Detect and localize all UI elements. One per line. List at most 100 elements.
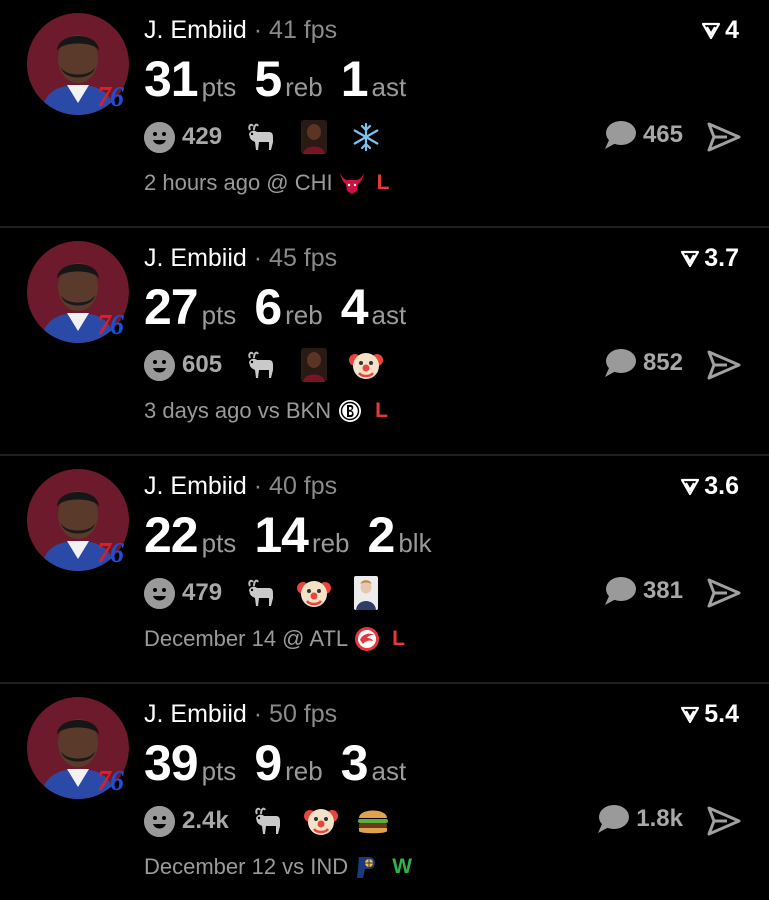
stat-line: 31 pts 5 reb 1 ast [144,50,424,108]
stat-value: 22 [144,507,199,563]
player-name[interactable]: J. Embiid [144,472,247,500]
team-badge: 76 [97,766,124,797]
rating[interactable]: 4 [701,16,739,45]
game-result: L [392,627,405,650]
comments-button[interactable]: 465 [603,120,683,150]
stat-rebounds: 5 reb [254,50,322,108]
player-name[interactable]: J. Embiid [144,244,247,272]
stat-rebounds: 14 reb [254,506,349,564]
comment-icon [604,121,636,149]
clown-icon[interactable] [348,347,384,383]
game-info[interactable]: December 14 @ ATL [144,626,348,652]
goat-icon[interactable] [251,803,287,839]
stat-assists: 4 ast [341,278,407,336]
rating-icon [681,250,700,267]
stat-assists: 1 ast [341,50,407,108]
player-photo-icon[interactable] [296,119,332,155]
comments-button[interactable]: 381 [603,576,683,606]
rating[interactable]: 3.7 [680,244,739,273]
smiley-icon[interactable] [144,805,175,837]
rating-value: 3.6 [704,472,739,500]
send-icon[interactable] [707,349,741,381]
rating-value: 3.7 [704,244,739,272]
reaction-count[interactable]: 479 [182,579,222,607]
player-name[interactable]: J. Embiid [144,700,247,728]
send-icon[interactable] [707,805,741,837]
snowflake-icon[interactable] [348,119,384,155]
send-icon[interactable] [707,121,741,153]
post-card[interactable]: 76 J. Embiid · 41 fps 4 31 pts 5 reb 1 ast … [0,0,769,228]
game-info[interactable]: 2 hours ago @ CHI [144,170,333,196]
stat-value: 5 [254,51,282,107]
comment-icon [604,577,636,605]
stat-unit: pts [201,528,237,558]
reaction-count[interactable]: 605 [182,351,222,379]
stat-value: 9 [254,735,282,791]
rating-icon [681,706,700,723]
game-info[interactable]: 3 days ago vs BKN [144,398,331,424]
game-meta: December 14 @ ATL L [144,626,405,652]
comments-button[interactable]: 852 [603,348,683,378]
game-meta: 2 hours ago @ CHI L [144,170,389,196]
smiley-icon[interactable] [144,577,175,609]
goat-icon[interactable] [244,575,280,611]
stat-points: 22 pts [144,506,236,564]
stat-unit: reb [285,300,323,330]
game-meta: December 12 vs IND W [144,854,412,880]
stat-value: 4 [340,279,369,335]
post-card[interactable]: 76 J. Embiid · 50 fps 5.4 39 pts 9 reb 3 as… [0,684,769,900]
stat-unit: pts [201,756,237,786]
post-card[interactable]: 76 J. Embiid · 40 fps 3.6 22 pts 14 reb 2b… [0,456,769,684]
stat-line: 39 pts 9 reb 3 ast [144,734,424,792]
comments-button[interactable]: 1.8k [596,804,683,834]
stat-unit: blk [398,528,432,558]
reactions-row: 605 [144,345,400,385]
comment-icon [598,805,630,833]
reaction-count[interactable]: 2.4k [182,807,229,835]
rating[interactable]: 3.6 [680,472,739,501]
clown-icon[interactable] [303,803,339,839]
smiley-icon[interactable] [144,121,175,153]
comment-count: 465 [642,121,683,148]
stat-unit: ast [371,756,407,786]
stat-value: 1 [340,51,369,107]
game-result: L [375,399,388,422]
player-photo-icon[interactable] [296,347,332,383]
stat-points: 39 pts [144,734,236,792]
game-info[interactable]: December 12 vs IND [144,854,348,880]
team-badge: 76 [97,310,124,341]
goat-icon[interactable] [244,347,280,383]
stat-value: 2 [367,507,396,563]
separator: · [253,472,263,500]
post-header: J. Embiid · 40 fps [144,472,337,501]
player-name[interactable]: J. Embiid [144,16,247,44]
rating-value: 4 [725,16,739,44]
burger-icon[interactable] [355,803,391,839]
clown-icon[interactable] [296,575,332,611]
separator: · [253,244,263,272]
feed: 76 J. Embiid · 41 fps 4 31 pts 5 reb 1 ast … [0,0,769,900]
hawks-logo-icon [354,626,380,652]
game-result: L [376,171,390,194]
stat-points: 31 pts [144,50,236,108]
stat-value: 27 [144,279,199,335]
reaction-count[interactable]: 429 [182,123,222,151]
team-badge: 76 [97,538,124,569]
stat-unit: pts [201,72,237,102]
stat-unit: reb [311,528,350,558]
comment-count: 381 [642,577,683,604]
smiley-icon[interactable] [144,349,175,381]
stat-line: 27 pts 6 reb 4 ast [144,278,424,336]
reactions-row: 479 [144,573,400,613]
fan-photo-icon[interactable] [348,575,384,611]
fps-value: 41 fps [269,16,338,44]
rating[interactable]: 5.4 [680,700,739,729]
post-card[interactable]: 76 J. Embiid · 45 fps 3.7 27 pts 6 reb 4 as… [0,228,769,456]
goat-icon[interactable] [244,119,280,155]
post-header: J. Embiid · 50 fps [144,700,337,729]
stat-blocks: 2 blk [368,506,432,564]
rating-value: 5.4 [704,700,739,728]
bulls-logo-icon [339,170,365,196]
send-icon[interactable] [707,577,741,609]
pacers-logo-icon [354,854,380,880]
